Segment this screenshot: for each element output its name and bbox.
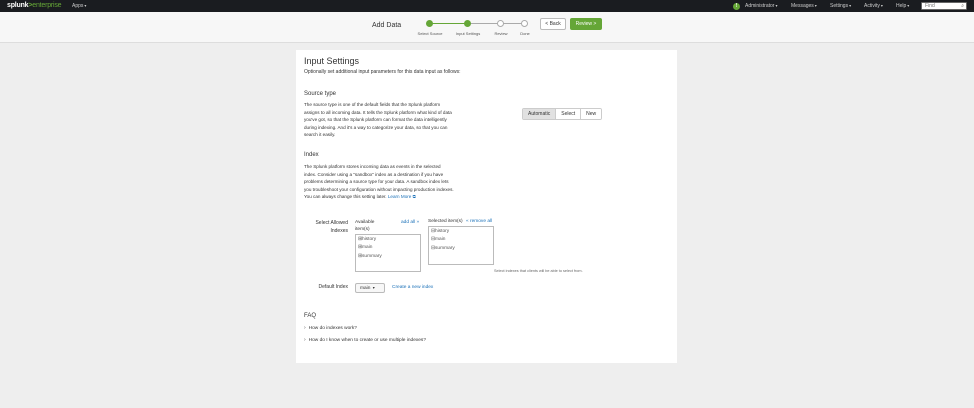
step-dot-input-settings [464,20,471,27]
source-type-automatic-button[interactable]: Automatic [523,109,556,119]
chevron-down-icon: ▾ [84,3,87,8]
source-type-select-button[interactable]: Select [555,109,581,119]
step-label-select-source: Select Source [417,31,443,36]
back-button[interactable]: < Back [540,18,566,30]
source-type-new-button[interactable]: New [580,109,602,119]
selected-item[interactable]: ⊟main [429,236,493,244]
selected-items-list[interactable]: ⊟history ⊟main ⊟summary [428,226,494,265]
learn-more-link[interactable]: Learn More [388,194,412,199]
available-item[interactable]: ⊞history [356,236,420,244]
top-nav-bar: splunk>enterprise Apps▾ ! Administrator▾… [0,0,974,12]
progress-line-complete [431,23,468,24]
find-input[interactable] [922,3,958,9]
selected-item[interactable]: ⊟summary [429,245,493,253]
step-label-review: Review [494,31,508,36]
add-data-wizard-header: Add Data Select Source Input Settings Re… [0,12,974,43]
chevron-down-icon: ▾ [372,285,375,290]
selected-item[interactable]: ⊟history [429,228,493,236]
input-settings-panel: Input Settings Optionally set additional… [296,50,677,363]
selected-items-label: Selected item(s) [428,219,463,224]
step-label-done: Done [520,31,530,36]
select-allowed-indexes-label: Select Allowed Indexes [315,220,348,234]
help-menu[interactable]: Help▾ [896,3,909,9]
faq-item[interactable]: › How do indexes work? [304,325,357,331]
step-dot-select-source [426,20,433,27]
default-index-dropdown[interactable]: main ▾ [355,283,385,293]
messages-menu[interactable]: Messages▾ [791,3,817,9]
available-item[interactable]: ⊞main [356,244,420,252]
status-alert-icon[interactable]: ! [733,2,740,10]
index-description-text: The Splunk platform stores incoming data… [304,164,454,200]
available-items-list[interactable]: ⊞history ⊞main ⊞summary [355,234,421,272]
step-dot-review [497,20,504,27]
step-dot-done [521,20,528,27]
source-type-heading: Source type [304,91,337,97]
user-menu[interactable]: Administrator▾ [745,3,777,9]
external-link-icon[interactable]: ⧉ [413,194,416,199]
faq-item[interactable]: › How do I know when to create or use mul… [304,337,426,343]
available-item[interactable]: ⊞summary [356,253,420,261]
chevron-right-icon: › [304,337,306,343]
default-index-label: Default Index [318,284,348,290]
indexes-help-text: Select indexes that clients will be able… [494,269,583,273]
apps-menu[interactable]: Apps▾ [72,3,86,9]
chevron-right-icon: › [304,325,306,331]
section-subtitle: Optionally set additional input paramete… [304,69,461,75]
faq-heading: FAQ [304,313,317,319]
source-type-toggle: Automatic Select New [522,108,603,120]
step-label-input-settings: Input Settings [455,31,481,36]
settings-menu[interactable]: Settings▾ [830,3,851,9]
source-type-description: The source type is one of the default fi… [304,102,452,138]
index-description: The Splunk platform stores incoming data… [304,163,454,201]
create-new-index-link[interactable]: Create a new index [392,285,433,290]
index-heading: Index [304,152,319,158]
find-search-box[interactable]: ⌕ [921,2,967,10]
default-index-value: main [360,286,371,291]
section-title: Input Settings [304,56,360,66]
add-all-link[interactable]: add all » [401,220,419,225]
search-icon[interactable]: ⌕ [961,3,964,9]
splunk-logo[interactable]: splunk>enterprise [7,2,62,9]
available-items-label: Available item(s) [355,220,375,232]
activity-menu[interactable]: Activity▾ [864,3,883,9]
review-button[interactable]: Review > [570,18,602,30]
page-title: Add Data [372,22,402,29]
remove-all-link[interactable]: « remove all [466,219,492,224]
